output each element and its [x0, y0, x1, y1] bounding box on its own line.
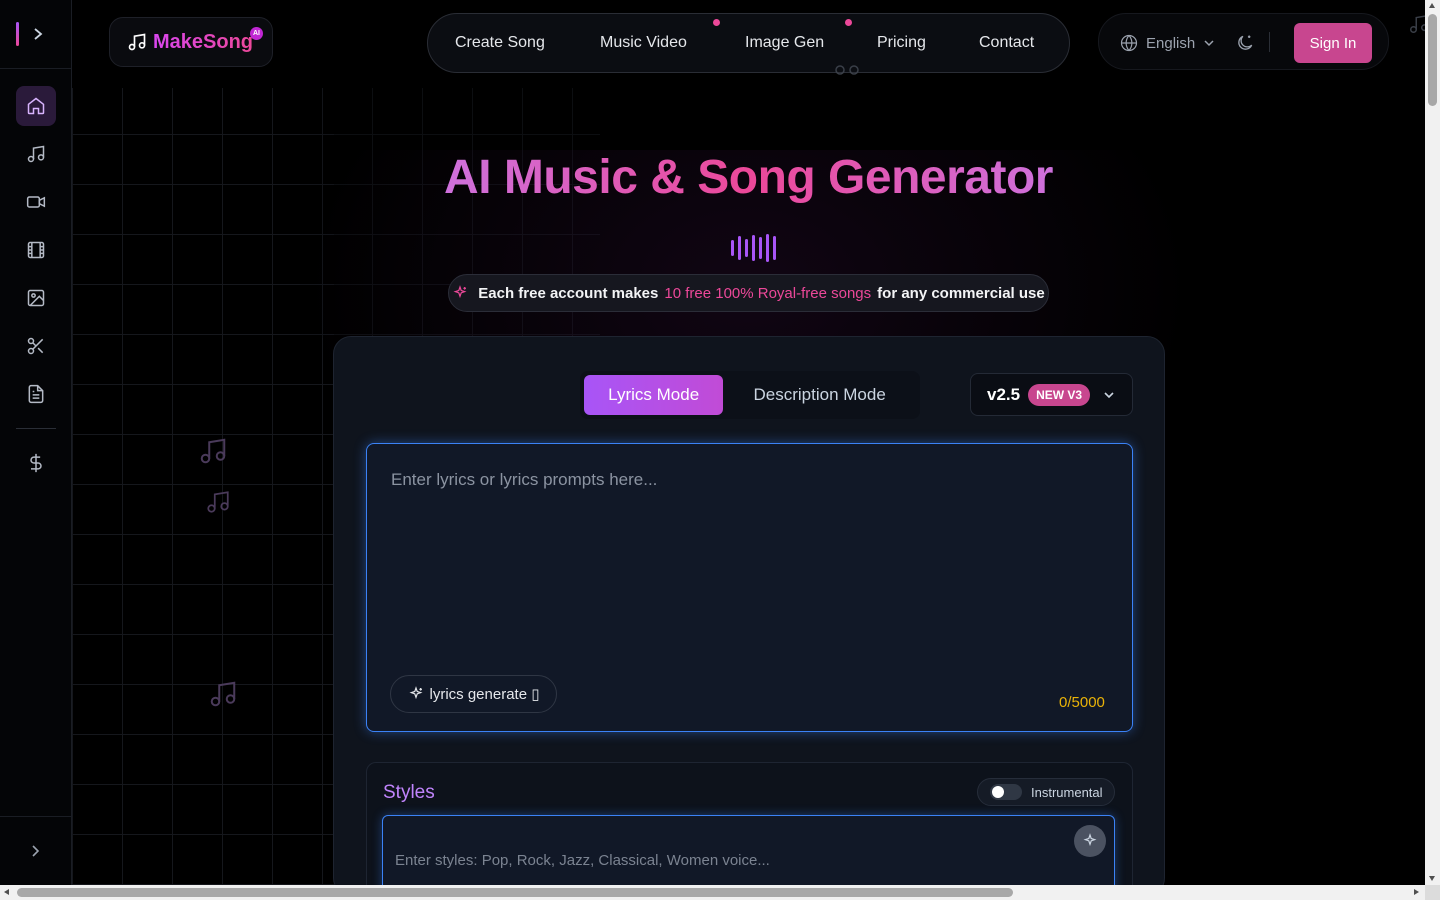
scrollbar-corner: [1425, 885, 1440, 900]
audio-bars-icon: [731, 234, 776, 262]
sidebar-expand-button[interactable]: [30, 24, 46, 44]
styles-title: Styles: [383, 782, 435, 803]
vertical-scrollbar[interactable]: [1425, 0, 1440, 885]
nav-pricing[interactable]: Pricing: [877, 34, 926, 52]
dollar-icon: [30, 453, 42, 473]
header-divider: [1269, 32, 1270, 52]
mode-tabs: Lyrics Mode Description Mode: [580, 371, 920, 419]
sidebar-item-music[interactable]: [16, 134, 56, 174]
nav-create-song[interactable]: Create Song: [455, 34, 545, 52]
sidebar-accent: [16, 22, 19, 46]
horizontal-scrollbar[interactable]: [0, 885, 1425, 900]
chevron-right-icon: [34, 28, 43, 40]
scroll-down-arrow[interactable]: [1429, 876, 1435, 881]
lyrics-generate-button[interactable]: lyrics generate ▯: [390, 675, 557, 713]
lyrics-generate-label: lyrics generate ▯: [429, 686, 540, 703]
nav-image-gen[interactable]: Image Gen: [745, 34, 824, 52]
nav-music-video[interactable]: Music Video: [600, 34, 687, 52]
sidebar-collapse-toggle[interactable]: [0, 816, 71, 885]
character-counter: 0/5000: [1059, 694, 1105, 711]
video-camera-icon: [26, 196, 46, 208]
main-nav: Create Song Music Video Image Gen Pricin…: [427, 13, 1070, 73]
document-icon: [28, 384, 44, 404]
sidebar-item-home[interactable]: [16, 86, 56, 126]
model-version-select[interactable]: v2.5 NEW V3: [970, 373, 1133, 416]
sparkles-icon: [1083, 833, 1097, 847]
promo-text: Each free account makes: [478, 284, 659, 302]
brand-logo[interactable]: MakeSong AI: [109, 17, 273, 67]
chevron-right-icon: [31, 845, 39, 857]
sparkles-icon: [452, 285, 468, 301]
lyrics-input[interactable]: [367, 444, 1132, 664]
nav-new-dot: [713, 19, 720, 26]
sparkles-icon: [409, 686, 423, 700]
nav-new-dot: [845, 19, 852, 26]
styles-section: Styles Instrumental: [366, 762, 1133, 900]
toggle-switch[interactable]: [990, 784, 1022, 800]
tab-lyrics-mode[interactable]: Lyrics Mode: [584, 375, 724, 415]
music-note-decoration-icon: [835, 65, 859, 75]
sidebar-item-video[interactable]: [16, 182, 56, 222]
new-version-badge: NEW V3: [1028, 383, 1091, 406]
free-songs-banner: Each free account makes 10 free 100% Roy…: [448, 274, 1049, 312]
tab-description-mode[interactable]: Description Mode: [723, 375, 916, 415]
promo-text-end: for any commercial use: [877, 284, 1045, 302]
sidebar-item-film[interactable]: [16, 230, 56, 270]
music-note-decoration-icon: [200, 438, 226, 464]
image-icon: [27, 289, 45, 307]
lyrics-editor: lyrics generate ▯ 0/5000: [366, 443, 1133, 732]
sidebar-item-image[interactable]: [16, 278, 56, 318]
theme-toggle[interactable]: [1235, 33, 1255, 58]
scroll-left-arrow[interactable]: [4, 889, 9, 895]
music-note-decoration-icon: [207, 491, 229, 513]
vertical-scroll-thumb[interactable]: [1428, 14, 1437, 106]
horizontal-scroll-thumb[interactable]: [17, 888, 1013, 897]
song-generator-card: Lyrics Mode Description Mode v2.5 NEW V3…: [333, 336, 1165, 900]
sign-in-button[interactable]: Sign In: [1294, 23, 1372, 63]
moon-icon: [1238, 35, 1253, 50]
language-selector[interactable]: English: [1120, 34, 1215, 52]
promo-highlight: 10 free 100% Royal-free songs: [664, 284, 872, 302]
page-title: AI Music & Song Generator: [300, 150, 1197, 205]
sidebar: [0, 0, 72, 885]
scissors-icon: [27, 337, 44, 355]
globe-icon: [1120, 34, 1138, 52]
nav-contact[interactable]: Contact: [979, 34, 1034, 52]
sidebar-item-documents[interactable]: [16, 374, 56, 414]
brand-ai-badge: AI: [250, 27, 263, 40]
scroll-right-arrow[interactable]: [1414, 889, 1419, 895]
music-note-decoration-icon: [210, 681, 236, 707]
instrumental-toggle[interactable]: Instrumental: [977, 778, 1115, 806]
chevron-down-icon: [1204, 40, 1214, 47]
brand-name: MakeSong: [153, 30, 254, 53]
scroll-up-arrow[interactable]: [1429, 3, 1435, 8]
styles-suggest-button[interactable]: [1074, 825, 1106, 857]
version-value: v2.5: [987, 384, 1021, 404]
music-note-icon: [27, 145, 45, 163]
sidebar-header: [0, 0, 71, 69]
sidebar-item-pricing[interactable]: [16, 443, 56, 483]
grid-background: [72, 88, 334, 885]
language-label: English: [1146, 34, 1196, 52]
music-note-logo-icon: [127, 32, 147, 52]
sidebar-item-edit[interactable]: [16, 326, 56, 366]
sidebar-divider: [16, 428, 56, 429]
chevron-down-icon: [1102, 388, 1116, 402]
home-icon: [27, 97, 45, 115]
film-icon: [27, 241, 45, 259]
instrumental-label: Instrumental: [1031, 784, 1103, 800]
